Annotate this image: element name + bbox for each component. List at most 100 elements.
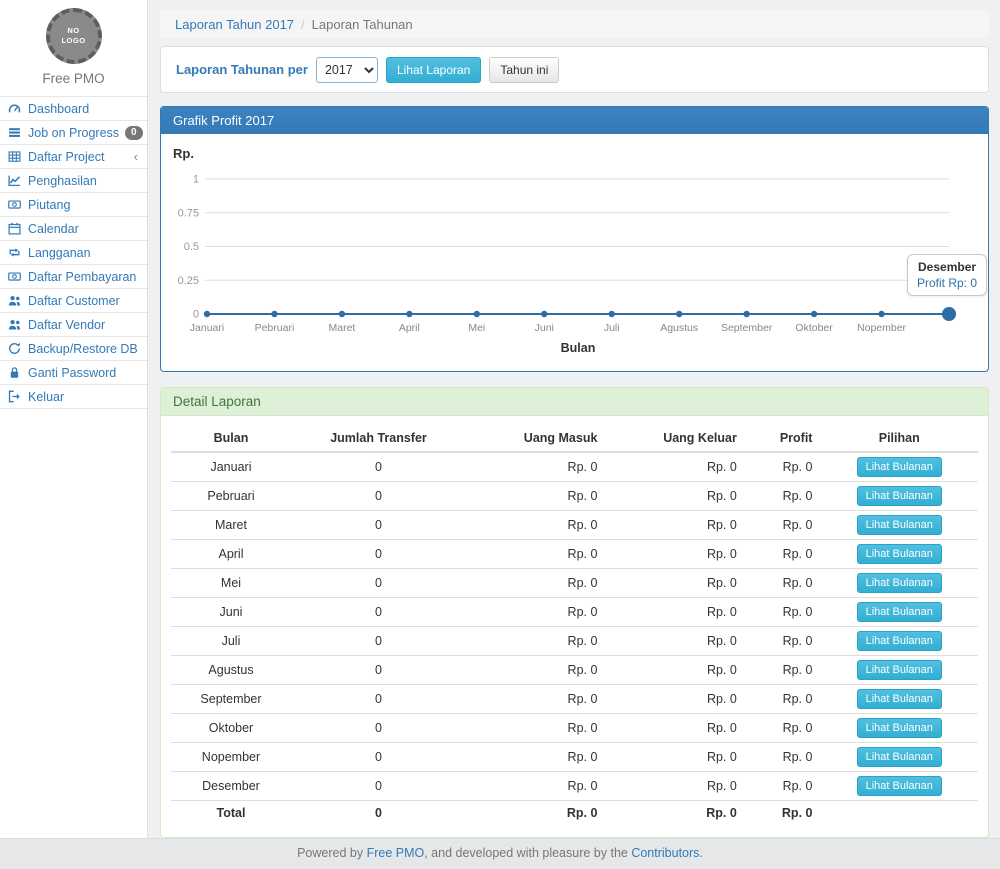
- sidebar-item-backup-restore-db[interactable]: Backup/Restore DB: [0, 337, 147, 361]
- lihat-bulanan-button[interactable]: Lihat Bulanan: [857, 486, 942, 506]
- cell-bulan: Nopember: [171, 743, 291, 772]
- cell-uang-masuk: Rp. 0: [466, 511, 605, 540]
- cell-uang-keluar: Rp. 0: [605, 452, 744, 482]
- sidebar-item-calendar[interactable]: Calendar: [0, 217, 147, 241]
- cell-pilihan: Lihat Bulanan: [820, 598, 978, 627]
- cell-jumlah-transfer: 0: [291, 656, 466, 685]
- table-row: September 0 Rp. 0 Rp. 0 Rp. 0 Lihat Bula…: [171, 685, 978, 714]
- cell-jumlah-transfer: 0: [291, 569, 466, 598]
- svg-text:Oktober: Oktober: [795, 322, 833, 334]
- chart-body: Rp.10.750.50.250JanuariPebruariMaretApri…: [161, 134, 988, 371]
- content: Laporan Tahun 2017 / Laporan Tahunan Lap…: [148, 0, 1000, 838]
- profit-line-chart[interactable]: Rp.10.750.50.250JanuariPebruariMaretApri…: [161, 134, 988, 371]
- cell-uang-masuk: Rp. 0: [466, 452, 605, 482]
- cell-jumlah-transfer: 0: [291, 714, 466, 743]
- cell-pilihan: Lihat Bulanan: [820, 482, 978, 511]
- lihat-bulanan-button[interactable]: Lihat Bulanan: [857, 660, 942, 680]
- cell-pilihan: Lihat Bulanan: [820, 656, 978, 685]
- cell-bulan: Juni: [171, 598, 291, 627]
- sidebar-item-daftar-customer[interactable]: Daftar Customer: [0, 289, 147, 313]
- lihat-bulanan-button[interactable]: Lihat Bulanan: [857, 515, 942, 535]
- sign-out-icon: [8, 390, 22, 403]
- table-header-row: Bulan Jumlah Transfer Uang Masuk Uang Ke…: [171, 425, 978, 452]
- sidebar: NO LOGO Free PMO Dashboard Job on Progre…: [0, 0, 148, 838]
- sidebar-item-ganti-password[interactable]: Ganti Password: [0, 361, 147, 385]
- table-row: Agustus 0 Rp. 0 Rp. 0 Rp. 0 Lihat Bulana…: [171, 656, 978, 685]
- lihat-bulanan-button[interactable]: Lihat Bulanan: [857, 602, 942, 622]
- detail-panel-title: Detail Laporan: [161, 388, 988, 416]
- total-uang-masuk: Rp. 0: [466, 801, 605, 825]
- tahun-ini-button[interactable]: Tahun ini: [489, 57, 559, 83]
- sidebar-item-piutang[interactable]: Piutang: [0, 193, 147, 217]
- cell-uang-keluar: Rp. 0: [605, 772, 744, 801]
- svg-text:Maret: Maret: [328, 322, 355, 334]
- lihat-bulanan-button[interactable]: Lihat Bulanan: [857, 689, 942, 709]
- svg-text:0.75: 0.75: [178, 207, 199, 219]
- sidebar-item-dashboard[interactable]: Dashboard: [0, 97, 147, 121]
- money-icon: [8, 270, 22, 283]
- report-table: Bulan Jumlah Transfer Uang Masuk Uang Ke…: [171, 425, 978, 825]
- cell-uang-masuk: Rp. 0: [466, 714, 605, 743]
- svg-text:Januari: Januari: [190, 322, 224, 334]
- cell-jumlah-transfer: 0: [291, 482, 466, 511]
- cell-uang-masuk: Rp. 0: [466, 598, 605, 627]
- sidebar-item-daftar-vendor[interactable]: Daftar Vendor: [0, 313, 147, 337]
- chart-tooltip-title: Desember: [917, 260, 977, 274]
- footer-middle: , and developed with pleasure by the: [424, 846, 631, 860]
- table-row: Januari 0 Rp. 0 Rp. 0 Rp. 0 Lihat Bulana…: [171, 452, 978, 482]
- lihat-bulanan-button[interactable]: Lihat Bulanan: [857, 573, 942, 593]
- cell-profit: Rp. 0: [745, 482, 821, 511]
- footer-link-contributors[interactable]: Contributors.: [631, 846, 703, 860]
- lihat-bulanan-button[interactable]: Lihat Bulanan: [857, 457, 942, 477]
- col-uang-keluar: Uang Keluar: [605, 425, 744, 452]
- cell-jumlah-transfer: 0: [291, 540, 466, 569]
- cell-profit: Rp. 0: [745, 540, 821, 569]
- cell-uang-keluar: Rp. 0: [605, 656, 744, 685]
- users-icon: [8, 318, 22, 331]
- total-uang-keluar: Rp. 0: [605, 801, 744, 825]
- lihat-bulanan-button[interactable]: Lihat Bulanan: [857, 747, 942, 767]
- chart-panel-title: Grafik Profit 2017: [161, 107, 988, 134]
- sidebar-item-penghasilan[interactable]: Penghasilan: [0, 169, 147, 193]
- money-icon: [8, 198, 22, 211]
- svg-text:Juni: Juni: [535, 322, 554, 334]
- cell-jumlah-transfer: 0: [291, 772, 466, 801]
- sidebar-item-daftar-project[interactable]: Daftar Project ‹: [0, 145, 147, 169]
- cell-jumlah-transfer: 0: [291, 685, 466, 714]
- lihat-bulanan-button[interactable]: Lihat Bulanan: [857, 718, 942, 738]
- svg-text:1: 1: [193, 174, 199, 186]
- cell-pilihan: Lihat Bulanan: [820, 743, 978, 772]
- cell-profit: Rp. 0: [745, 627, 821, 656]
- sidebar-item-langganan[interactable]: Langganan: [0, 241, 147, 265]
- table-row: Desember 0 Rp. 0 Rp. 0 Rp. 0 Lihat Bulan…: [171, 772, 978, 801]
- table-row: Maret 0 Rp. 0 Rp. 0 Rp. 0 Lihat Bulanan: [171, 511, 978, 540]
- cell-uang-masuk: Rp. 0: [466, 656, 605, 685]
- cell-profit: Rp. 0: [745, 656, 821, 685]
- svg-text:Mei: Mei: [468, 322, 485, 334]
- lihat-bulanan-button[interactable]: Lihat Bulanan: [857, 631, 942, 651]
- cell-uang-masuk: Rp. 0: [466, 772, 605, 801]
- cell-uang-keluar: Rp. 0: [605, 598, 744, 627]
- cell-jumlah-transfer: 0: [291, 452, 466, 482]
- footer-prefix: Powered by: [297, 846, 366, 860]
- app-name: Free PMO: [0, 71, 147, 86]
- lihat-bulanan-button[interactable]: Lihat Bulanan: [857, 544, 942, 564]
- lihat-laporan-button[interactable]: Lihat Laporan: [386, 57, 481, 83]
- svg-text:Rp.: Rp.: [173, 146, 194, 161]
- sidebar-item-daftar-pembayaran[interactable]: Daftar Pembayaran: [0, 265, 147, 289]
- sidebar-item-keluar[interactable]: Keluar: [0, 385, 147, 409]
- svg-text:0: 0: [193, 309, 199, 321]
- lihat-bulanan-button[interactable]: Lihat Bulanan: [857, 776, 942, 796]
- cell-jumlah-transfer: 0: [291, 598, 466, 627]
- svg-text:Juli: Juli: [604, 322, 620, 334]
- cell-uang-keluar: Rp. 0: [605, 714, 744, 743]
- no-logo-badge: NO LOGO: [46, 8, 102, 64]
- chart-tooltip-value: Profit Rp: 0: [917, 276, 977, 290]
- cell-uang-keluar: Rp. 0: [605, 511, 744, 540]
- sidebar-item-job-on-progress[interactable]: Job on Progress 0: [0, 121, 147, 145]
- breadcrumb-link-laporan-tahun[interactable]: Laporan Tahun 2017: [175, 17, 294, 32]
- year-select[interactable]: 2017: [316, 57, 378, 83]
- detail-laporan-panel: Detail Laporan Bulan Jumlah Transfer Uan…: [160, 387, 989, 838]
- cell-jumlah-transfer: 0: [291, 743, 466, 772]
- footer-link-free-pmo[interactable]: Free PMO: [367, 846, 425, 860]
